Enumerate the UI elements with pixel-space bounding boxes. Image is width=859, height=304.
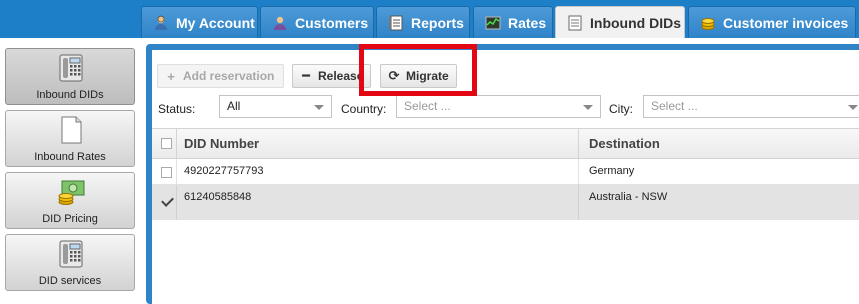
sidebar-item-label: Inbound DIDs <box>36 89 104 101</box>
sidebar-item-inbound-rates[interactable]: Inbound Rates <box>5 110 135 167</box>
column-divider <box>578 159 579 184</box>
add-reservation-button[interactable]: + Add reservation <box>157 64 284 88</box>
column-divider <box>176 129 177 158</box>
tab-label: Inbound DIDs <box>590 14 681 31</box>
country-select[interactable]: Select ... <box>396 95 601 118</box>
migrate-label: Migrate <box>406 69 449 83</box>
tab-label: Customers <box>295 14 369 31</box>
column-header-did-number[interactable]: DID Number <box>184 129 259 158</box>
status-select-value: All <box>227 99 241 113</box>
reports-icon <box>388 15 404 31</box>
tab-customers[interactable]: Customers <box>260 6 374 38</box>
migrate-button[interactable]: ⟳ Migrate <box>380 64 457 88</box>
tab-my-account[interactable]: My Account <box>141 6 258 38</box>
row-checkbox[interactable] <box>161 167 172 178</box>
country-select-placeholder: Select ... <box>404 99 451 113</box>
user-icon <box>153 15 169 31</box>
column-divider <box>578 185 579 220</box>
column-divider <box>176 159 177 184</box>
table-row[interactable]: 4920227757793 Germany <box>152 159 859 185</box>
did-number-cell: 4920227757793 <box>184 165 264 177</box>
customer-icon <box>272 15 288 31</box>
row-checkbox-checked[interactable] <box>161 197 172 208</box>
minus-icon: ━ <box>302 68 310 83</box>
add-reservation-label: Add reservation <box>183 69 275 83</box>
column-divider <box>176 185 177 220</box>
destination-cell: Germany <box>589 165 635 177</box>
tab-reports[interactable]: Reports <box>376 6 470 38</box>
refresh-icon: ⟳ <box>388 68 400 83</box>
chevron-down-icon <box>848 105 858 110</box>
city-select-placeholder: Select ... <box>651 99 698 113</box>
sidebar: Inbound DIDs Inbound Rates DID Pricing D… <box>0 38 143 297</box>
phone-icon <box>56 239 86 269</box>
column-divider <box>578 129 579 158</box>
tab-rates[interactable]: Rates <box>473 6 553 38</box>
status-filter-label: Status: <box>158 102 196 116</box>
sidebar-item-inbound-dids[interactable]: Inbound DIDs <box>5 48 135 105</box>
release-label: Release <box>318 69 364 83</box>
sidebar-item-label: Inbound Rates <box>34 151 106 163</box>
release-button[interactable]: ━ Release <box>292 64 371 88</box>
grid-header: DID Number Destination <box>152 128 859 159</box>
blank-page-icon <box>56 115 86 145</box>
chevron-down-icon <box>583 105 593 110</box>
plus-icon: + <box>167 68 175 84</box>
coins-icon <box>700 15 716 31</box>
did-number-cell: 61240585848 <box>184 191 252 203</box>
tab-customer-invoices[interactable]: Customer invoices <box>688 6 856 38</box>
sidebar-item-did-pricing[interactable]: DID Pricing <box>5 172 135 229</box>
select-all-checkbox[interactable] <box>161 138 172 149</box>
destination-cell: Australia - NSW <box>589 191 668 203</box>
table-row[interactable]: 61240585848 Australia - NSW <box>152 185 859 220</box>
country-filter-label: Country: <box>341 102 387 116</box>
sidebar-item-label: DID services <box>38 275 102 287</box>
sidebar-item-label: DID Pricing <box>42 213 98 225</box>
document-icon <box>567 15 583 31</box>
money-icon <box>56 177 86 207</box>
column-header-destination[interactable]: Destination <box>589 129 660 158</box>
rates-icon <box>485 15 501 31</box>
status-select[interactable]: All <box>219 95 332 118</box>
main-panel: + Add reservation ━ Release ⟳ Migrate St… <box>146 44 859 304</box>
city-select[interactable]: Select ... <box>643 95 859 118</box>
sidebar-item-did-services[interactable]: DID services <box>5 234 135 291</box>
chevron-down-icon <box>314 105 324 110</box>
tab-label: My Account <box>176 14 255 31</box>
tab-label: Rates <box>508 14 547 31</box>
tab-label: Reports <box>411 14 464 31</box>
city-filter-label: City: <box>609 102 633 116</box>
panel-content: + Add reservation ━ Release ⟳ Migrate St… <box>152 50 859 304</box>
main-tab-bar: My Account Customers Reports Rates Inbou… <box>0 0 859 38</box>
phone-icon <box>56 53 86 83</box>
tab-label: Customer invoices <box>723 14 849 31</box>
tab-inbound-dids[interactable]: Inbound DIDs <box>555 6 685 38</box>
